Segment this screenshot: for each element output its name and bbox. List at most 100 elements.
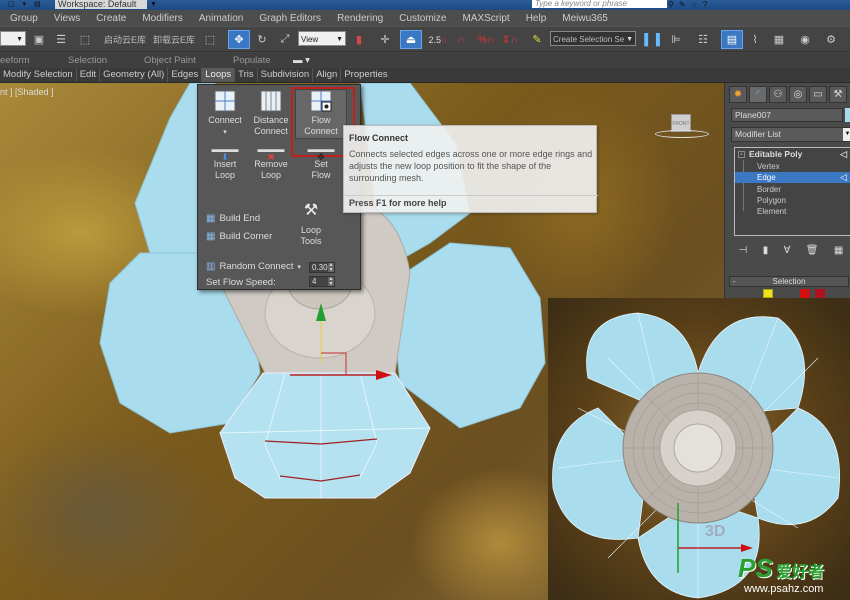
menu-maxscript[interactable]: MAXScript [452,13,509,24]
object-color-swatch[interactable] [845,108,850,122]
angle-snap-icon[interactable]: ∩ [451,30,471,49]
build-end-button[interactable]: ▦ Build End [206,213,260,224]
show-end-result-icon[interactable]: ▮ [763,245,769,256]
loop-tools-button[interactable]: ⚒ Loop Tools [288,203,334,247]
random-connect-button[interactable]: ▥ Random Connect ▾ [206,261,301,272]
menu-modifiers[interactable]: Modifiers [132,13,183,24]
mirror-icon[interactable]: ▌▐ [643,30,661,49]
remove-loop-button[interactable]: ▬▬▬ ✖ Remove Loop [248,145,294,181]
spinner-arrows-icon[interactable]: ▲ ▼ [328,277,334,286]
scene-explorer-icon[interactable]: ▤ [721,30,743,49]
menu-customize[interactable]: Customize [389,13,446,24]
modify-tab-icon[interactable]: ◜ [749,86,767,103]
selection-filter-dropdown[interactable]: ▼ [0,31,26,46]
select-object-icon[interactable]: ▣ [31,30,47,49]
tab-tris[interactable]: Tris [235,68,258,82]
set-flow-speed-spinner[interactable]: 4 ▲ ▼ [309,276,335,287]
menu-help[interactable]: Help [516,13,547,24]
ribbon-group-freeform[interactable]: eeform [0,55,30,66]
ribbon-group-populate[interactable]: Populate [233,55,271,66]
edit-named-selection-icon[interactable]: ✎ [528,30,546,49]
menu-create[interactable]: Create [86,13,126,24]
material-editor-icon[interactable]: ◉ [796,30,814,49]
stack-item-element[interactable]: Element [735,206,850,217]
select-scale-icon[interactable]: ⤢ [276,30,294,49]
workspace-dropdown-icon[interactable]: ▼ [150,0,158,9]
named-selection-dropdown[interactable]: Create Selection Se ▼ [550,31,636,46]
select-by-name-icon[interactable]: ☰ [52,30,70,49]
connect-button[interactable]: Connect ▾ [202,90,248,138]
ribbon-options-icon[interactable]: ▬ ▾ [293,55,310,66]
rectangular-selection-icon[interactable]: ⬚ [76,30,94,49]
make-unique-icon[interactable]: ∀ [784,245,791,256]
percent-snap-icon[interactable]: %∩ [476,30,496,49]
stack-item-editable-poly[interactable]: - Editable Poly ◁ [735,149,850,160]
snaps-toggle-icon[interactable]: 2.5 ∩ [428,30,448,49]
stack-item-vertex[interactable]: Vertex [735,161,850,172]
distance-connect-button[interactable]: Distance Connect [248,90,294,137]
workspace-selector[interactable]: Workspace: Default [55,0,147,9]
edge-mode-button[interactable] [763,289,773,298]
polygon-mode-button[interactable] [815,289,825,298]
search-input[interactable]: Type a keyword or phrase [532,0,667,8]
reference-coordinate-dropdown[interactable]: View ▼ [298,31,346,46]
menu-views[interactable]: Views [44,13,81,24]
hierarchy-tab-icon[interactable]: ⚇ [769,86,787,103]
flow-connect-button[interactable]: Flow Connect [298,90,344,137]
collapse-icon[interactable]: - [738,151,745,158]
select-move-icon[interactable]: ✥ [228,30,250,49]
tab-properties[interactable]: Properties [341,68,390,82]
menu-animation[interactable]: Animation [189,13,243,24]
spinner-arrows-icon[interactable]: ▲ ▼ [328,263,334,272]
insert-loop-button[interactable]: ▬▬▬ ⬇ Insert Loop [202,145,248,181]
utilities-tab-icon[interactable]: ⚒ [829,86,847,103]
curve-editor-icon[interactable]: ⌇ [746,30,764,49]
ribbon-group-selection[interactable]: Selection [68,55,107,66]
menu-graph-editors[interactable]: Graph Editors [249,13,321,24]
build-corner-button[interactable]: ▦ Build Corner [206,231,272,242]
tab-loops[interactable]: Loops [202,68,236,82]
stack-item-border[interactable]: Border [735,184,850,195]
menu-rendering[interactable]: Rendering [327,13,383,24]
ribbon-group-object-paint[interactable]: Object Paint [144,55,196,66]
cloud-unload-button[interactable]: 卸载云E库 [153,33,195,46]
random-connect-spinner[interactable]: 0.300 ▲ ▼ [309,262,335,273]
display-tab-icon[interactable]: ▭ [809,86,827,103]
infocenter-icons[interactable]: ⚲✎☆? [668,0,738,9]
set-flow-button[interactable]: ▬▬▬✥ SetFlow ▾ [298,145,349,183]
connect-dropdown-icon[interactable]: ▾ [223,129,227,136]
tab-subdivision[interactable]: Subdivision [258,68,314,82]
stack-item-polygon[interactable]: Polygon [735,195,850,206]
motion-tab-icon[interactable]: ◎ [789,86,807,103]
tab-modify-selection[interactable]: Modify Selection [0,68,77,82]
align-icon[interactable]: ⊫ [667,30,685,49]
create-tab-icon[interactable]: ✹ [729,86,747,103]
stack-item-edge[interactable]: Edge ◁ [735,172,850,183]
pivot-center-icon[interactable]: ▮ [351,30,367,49]
remove-modifier-icon[interactable]: 🗑 [806,245,819,256]
modifier-list-dropdown[interactable]: Modifier List ▼ [731,127,850,142]
border-mode-button[interactable] [800,289,810,298]
cloud-start-button[interactable]: 启动云E库 [104,33,146,46]
menu-meiwu365[interactable]: Meiwu365 [552,13,608,24]
selection-rollout-header[interactable]: - Selection [729,276,849,287]
rollout-collapse-icon[interactable]: - [733,277,736,286]
layer-manager-icon[interactable]: ☷ [694,30,712,49]
quick-access-icons[interactable]: ▢ ▾ ▤ [8,0,48,9]
random-connect-dropdown-icon[interactable]: ▾ [297,263,301,271]
tab-edit[interactable]: Edit [77,68,101,82]
schematic-view-icon[interactable]: ▦ [770,30,788,49]
menu-group[interactable]: Group [0,13,38,24]
spinner-snap-icon[interactable]: ⇕∩ [500,30,520,49]
select-rotate-icon[interactable]: ↻ [253,30,271,49]
object-name-field[interactable]: Plane007 [731,108,843,122]
select-manipulate-icon[interactable]: ✛ [376,30,394,49]
window-crossing-icon[interactable]: ⬚ [201,30,219,49]
tab-geometry-all[interactable]: Geometry (All) [100,68,169,82]
configure-modifier-sets-icon[interactable]: ▦ [834,245,843,256]
pin-stack-icon[interactable]: ⊣ [739,245,748,256]
keyboard-shortcut-override-icon[interactable]: ⏏ [400,30,422,49]
render-setup-icon[interactable]: ⚙ [822,30,840,49]
tab-align[interactable]: Align [313,68,342,82]
tab-edges[interactable]: Edges [168,68,203,82]
